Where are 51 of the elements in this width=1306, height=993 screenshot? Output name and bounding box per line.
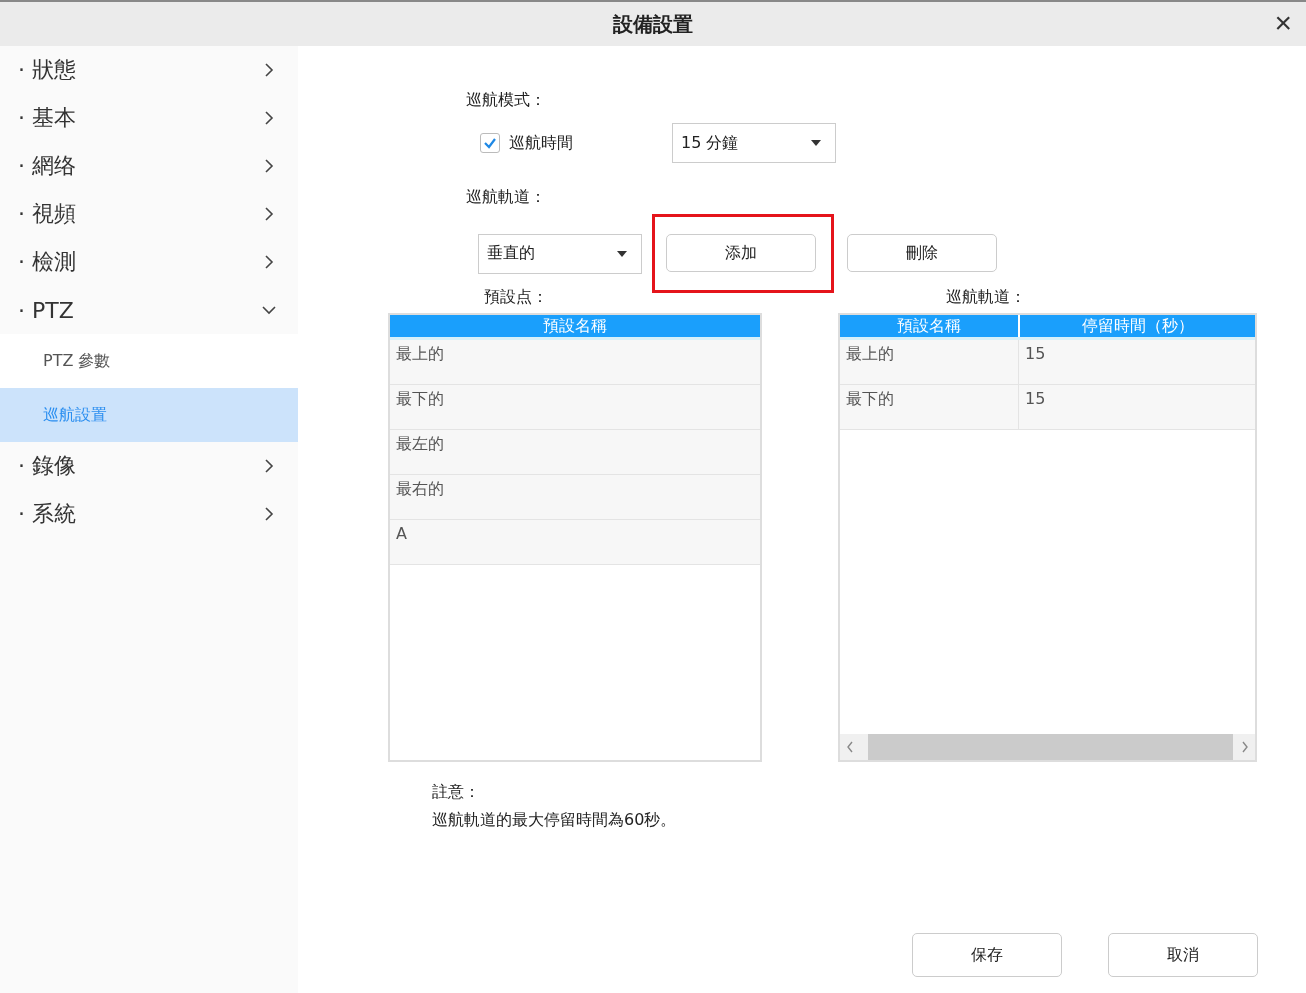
chevron-right-icon bbox=[262, 159, 276, 173]
dropdown[interactable]: 15 分鐘 bbox=[672, 123, 836, 163]
scroll-left-icon[interactable] bbox=[846, 741, 854, 753]
caret-icon bbox=[811, 140, 821, 146]
checkbox-label: 巡航時間 bbox=[509, 132, 573, 154]
field-label: 巡航軌道： bbox=[466, 187, 547, 208]
sidebar-item[interactable]: · PTZ bbox=[0, 286, 298, 334]
table-row[interactable]: 最上的 15 bbox=[840, 340, 1255, 385]
caret-icon bbox=[617, 250, 627, 257]
dropdown[interactable]: 垂直的 bbox=[478, 233, 642, 274]
sidebar-item[interactable]: · 系統 bbox=[0, 490, 298, 538]
action-button[interactable]: 刪除 bbox=[847, 234, 997, 272]
footer-button[interactable]: 保存 bbox=[912, 933, 1062, 977]
chevron-right-icon bbox=[262, 207, 276, 221]
column-header: 停留時間（秒） bbox=[1020, 315, 1255, 337]
footer-button[interactable]: 取消 bbox=[1108, 933, 1258, 977]
chevron-right-icon bbox=[262, 255, 276, 269]
table-cell-text: 最下的 bbox=[845, 388, 895, 410]
chevron-right-icon bbox=[262, 63, 276, 77]
chevron-right-icon bbox=[262, 111, 276, 125]
sidebar-subitem[interactable]: PTZ 參數 bbox=[0, 334, 298, 388]
sidebar-item[interactable]: · 視頻 bbox=[0, 190, 298, 238]
table-cell-text: 最上的 bbox=[845, 343, 895, 365]
chevron-right-icon bbox=[262, 459, 276, 473]
sidebar-item[interactable]: · 錄像 bbox=[0, 442, 298, 490]
sidebar-item[interactable]: · 基本 bbox=[0, 94, 298, 142]
window-title: 設備設置 bbox=[613, 10, 693, 38]
table-cell[interactable]: 最右的 bbox=[390, 475, 760, 519]
column-header: 預設名稱 bbox=[390, 315, 760, 337]
table-label: 預設点： bbox=[483, 287, 549, 308]
table-cell: 15 bbox=[1018, 340, 1255, 384]
close-button[interactable]: × bbox=[1274, 8, 1292, 38]
note-title: 註意： bbox=[432, 781, 481, 803]
table-label: 巡航軌道： bbox=[945, 287, 1027, 308]
chevron-right-icon bbox=[262, 507, 276, 521]
table-cell[interactable]: 最左的 bbox=[390, 430, 760, 474]
scroll-right-icon[interactable] bbox=[1241, 741, 1249, 753]
table-cell[interactable]: A bbox=[390, 520, 760, 564]
chevron-down-icon bbox=[262, 303, 276, 317]
note-text: 巡航軌道的最大停留時間為60秒。 bbox=[432, 809, 678, 831]
sidebar-item[interactable]: · 網络 bbox=[0, 142, 298, 190]
table-cell: 15 bbox=[1018, 385, 1255, 429]
action-button[interactable]: 添加 bbox=[666, 234, 816, 272]
table-row[interactable]: 最下的 15 bbox=[840, 385, 1255, 430]
column-header: 預設名稱 bbox=[840, 315, 1018, 337]
checkbox[interactable] bbox=[480, 133, 500, 153]
table-cell[interactable]: 最上的 bbox=[390, 340, 760, 384]
sidebar-item[interactable]: · 檢測 bbox=[0, 238, 298, 286]
field-label: 巡航模式： bbox=[466, 90, 547, 111]
table-cell[interactable]: 最下的 bbox=[390, 385, 760, 429]
sidebar-item[interactable]: · 狀態 bbox=[0, 46, 298, 94]
